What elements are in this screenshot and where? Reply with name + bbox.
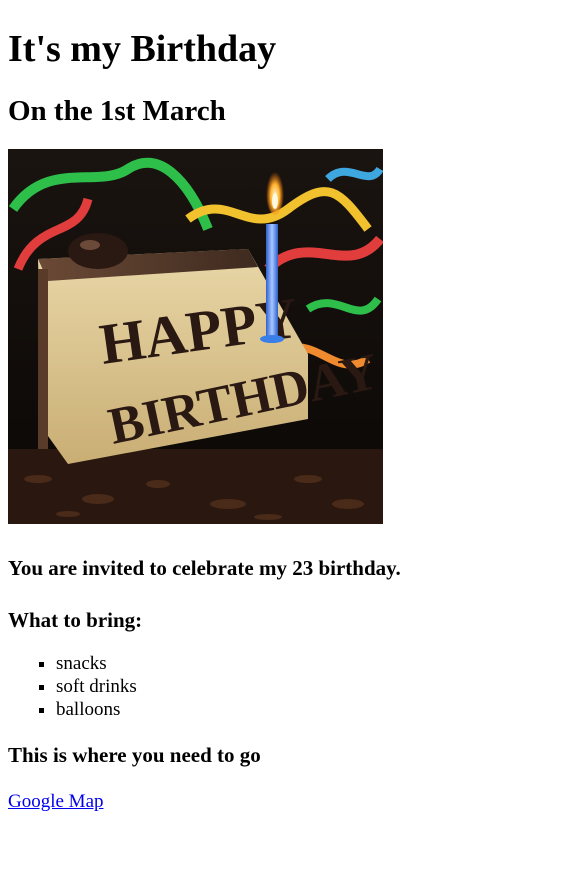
invitation-text: You are invited to celebrate my 23 birth… — [8, 556, 401, 580]
page-container: It's my Birthday On the 1st March HAPPY … — [0, 25, 569, 813]
list-item: snacks — [56, 652, 561, 675]
directions-heading: This is where you need to go — [8, 743, 261, 767]
list-item: soft drinks — [56, 675, 561, 698]
bring-list: snacks soft drinks balloons — [8, 652, 561, 721]
page-title: It's my Birthday — [8, 28, 277, 70]
google-map-link[interactable]: Google Map — [8, 791, 104, 813]
birthday-cake-image: HAPPY BIRTHDAY — [8, 149, 383, 524]
list-item: balloons — [56, 698, 561, 721]
bring-heading: What to bring: — [8, 608, 143, 632]
date-heading: On the 1st March — [8, 95, 226, 127]
